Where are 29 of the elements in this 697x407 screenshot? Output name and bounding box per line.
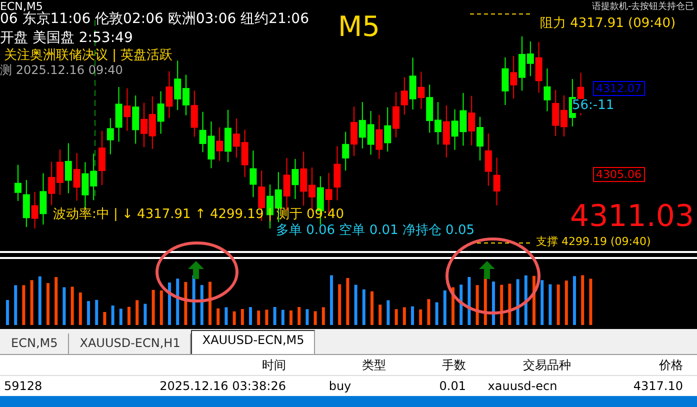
banner-text: 语提款机-去按钮关持仓已 bbox=[592, 3, 694, 13]
notice-text: 关注奥洲联储决议 | 英盘活跃 bbox=[4, 49, 173, 64]
column-header[interactable]: 价格 bbox=[575, 356, 687, 374]
measured-time: 测 2025.12.16 09:40 bbox=[0, 64, 123, 78]
table-cell-text: 0.01 bbox=[438, 379, 467, 393]
column-header[interactable]: 类型 bbox=[290, 356, 390, 374]
column-header[interactable]: 手数 bbox=[390, 356, 470, 374]
price-tag: 4305.06 bbox=[593, 167, 644, 182]
dashed-line bbox=[470, 13, 530, 15]
countdown-text: 56:-11 bbox=[572, 99, 614, 114]
column-header[interactable]: 交易品种 bbox=[470, 356, 575, 374]
timeframe-label: M5 bbox=[338, 12, 380, 43]
table-cell-text: 4317.10 bbox=[632, 379, 684, 393]
symbol-label: ECN,M5 bbox=[0, 1, 43, 13]
up-arrow-icon bbox=[479, 261, 495, 279]
table-cell-text: xauusd-ecn bbox=[486, 379, 558, 393]
chart-tab[interactable]: XAUUSD-ECN,M5 bbox=[191, 330, 316, 354]
table-cell-text: 59128 bbox=[3, 379, 44, 393]
table-cell-text: 2025.12.16 03:38:26 bbox=[158, 379, 287, 393]
price-tag: 4312.07 bbox=[593, 81, 644, 96]
positions-text: 多单 0.06 空单 0.01 净持仓 0.05 bbox=[276, 224, 474, 238]
up-arrow-icon bbox=[188, 261, 204, 279]
bid-price: 4311.03 bbox=[570, 202, 694, 232]
column-header[interactable]: 时间 bbox=[70, 356, 290, 374]
support-label: 支撑 4299.19 (09:40) bbox=[536, 236, 651, 248]
table-cell-text: buy bbox=[328, 379, 352, 393]
market-open-text: 开盘 美国盘 2:53:49 bbox=[0, 31, 133, 46]
resistance-label: 阻力 4317.91 (09:40) bbox=[540, 17, 676, 32]
session-times: 06 东京11:06 伦敦02:06 欧洲03:06 纽约21:06 bbox=[0, 12, 309, 28]
